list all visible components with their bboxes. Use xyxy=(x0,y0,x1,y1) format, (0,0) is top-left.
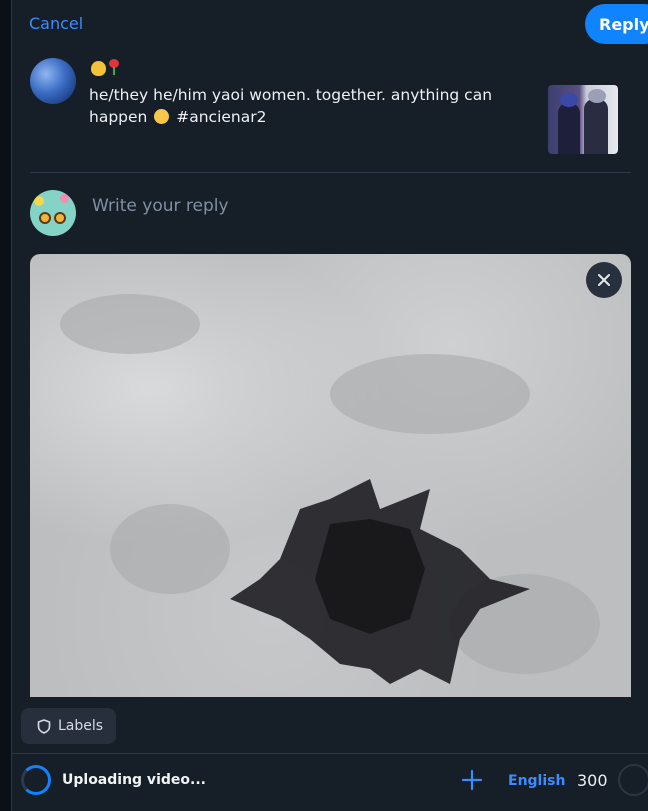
plus-icon xyxy=(461,769,483,791)
parent-post-text: he/they he/him yaoi women. together. any… xyxy=(89,84,529,128)
avatar-accent-yellow xyxy=(34,196,44,206)
parent-display-name xyxy=(91,59,119,76)
labels-button[interactable]: Labels xyxy=(21,708,116,744)
reply-button[interactable]: Reply xyxy=(585,4,648,44)
video-preview xyxy=(30,254,631,704)
labels-button-label: Labels xyxy=(58,718,104,734)
parent-post-avatar[interactable] xyxy=(30,58,76,104)
post-divider xyxy=(30,172,631,173)
cancel-button[interactable]: Cancel xyxy=(29,14,83,33)
pleading-face-icon xyxy=(154,109,170,124)
character-count: 300 xyxy=(577,771,608,790)
left-edge-panel xyxy=(0,0,11,811)
rose-icon xyxy=(108,59,119,75)
video-texture xyxy=(60,294,200,354)
upload-progress-icon xyxy=(21,765,51,795)
upload-status-text: Uploading video... xyxy=(62,772,206,788)
left-edge-divider xyxy=(11,0,12,811)
parent-post-body: he/they he/him yaoi women. together. any… xyxy=(89,86,493,126)
remove-video-button[interactable] xyxy=(586,262,622,298)
thumbnail-figure-right xyxy=(584,99,608,154)
close-icon xyxy=(598,274,610,286)
reply-text-input[interactable] xyxy=(90,193,594,219)
avatar-accent-pink xyxy=(60,194,69,203)
footer-divider xyxy=(12,753,648,754)
add-thread-post-button[interactable] xyxy=(461,769,483,791)
dark-creature-shape xyxy=(230,479,530,684)
avatar-glasses-right xyxy=(54,212,66,224)
language-selector[interactable]: English xyxy=(508,773,565,789)
thumbnail-figure-left xyxy=(558,103,580,154)
avatar-glasses-left xyxy=(39,212,51,224)
video-texture xyxy=(110,504,230,594)
character-progress-ring xyxy=(618,764,648,796)
shield-icon xyxy=(37,718,51,734)
thumbnail-hair-left xyxy=(560,93,578,107)
onion-icon xyxy=(91,61,106,76)
parent-post-image-thumbnail[interactable] xyxy=(548,85,618,154)
parent-post-hashtag[interactable]: #ancienar2 xyxy=(176,108,266,126)
video-texture xyxy=(330,354,530,434)
user-avatar xyxy=(30,190,76,236)
thumbnail-hair-right xyxy=(588,89,606,103)
